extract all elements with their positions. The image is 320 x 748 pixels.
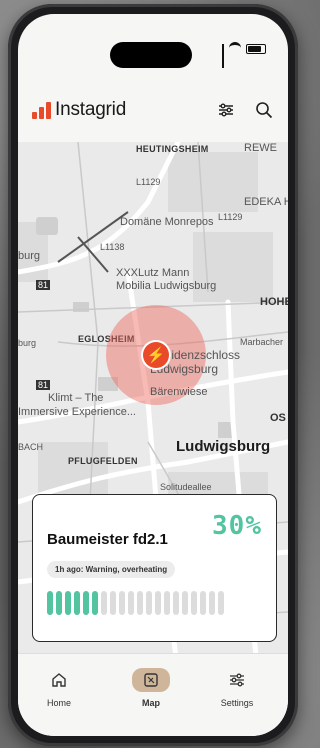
charge-segment: [74, 591, 80, 615]
instagrid-logo-icon: [32, 101, 51, 119]
cellular-signal-icon: [222, 44, 224, 68]
status-bar: [18, 14, 288, 68]
charge-segment: [110, 591, 116, 615]
tab-map-label: Map: [142, 698, 160, 708]
road-shield-81a: 81: [36, 280, 51, 290]
charge-segment: [119, 591, 125, 615]
map-label-immersive: Immersive Experience...: [18, 406, 136, 418]
tab-map[interactable]: Map: [132, 668, 170, 708]
brand-name: Instagrid: [55, 99, 127, 120]
search-icon: [256, 102, 273, 119]
phone-frame: Instagrid HEUTINGSHEIM REWE EDEKA H Domä…: [8, 4, 298, 746]
charge-segment: [47, 591, 53, 615]
map-label-xxxlutz: XXXLutz Mann: [116, 267, 190, 279]
filter-button[interactable]: [216, 100, 236, 120]
map-label-heutingsheim: HEUTINGSHEIM: [136, 144, 209, 154]
charge-segment: [182, 591, 188, 615]
map-label-l1129b: L1129: [218, 212, 243, 222]
charge-segment: [200, 591, 206, 615]
map-view[interactable]: HEUTINGSHEIM REWE EDEKA H Domäne Monrepo…: [18, 142, 288, 672]
tab-home[interactable]: Home: [40, 668, 78, 708]
charge-segment: [128, 591, 134, 615]
map-label-os: OS: [270, 412, 286, 424]
device-card[interactable]: 30% Baumeister fd2.1 1h ago: Warning, ov…: [32, 494, 277, 642]
charge-segment: [101, 591, 107, 615]
settings-sliders-icon: [218, 668, 256, 692]
map-label-bach: BACH: [18, 442, 44, 452]
road-shield-81b: 81: [36, 380, 51, 390]
map-icon: [132, 668, 170, 692]
map-label-solitude: Solitudeallee: [160, 482, 212, 492]
map-label-xxxlutz-2: Mobilia Ludwigsburg: [116, 280, 217, 292]
map-label-edeka: EDEKA H: [244, 196, 288, 208]
charge-segment: [137, 591, 143, 615]
lightning-icon: ⚡: [146, 347, 166, 364]
tab-settings[interactable]: Settings: [218, 668, 256, 708]
search-button[interactable]: [254, 100, 274, 120]
dynamic-island: [110, 42, 192, 68]
charge-level-bar: [47, 591, 224, 615]
wifi-icon: [229, 42, 241, 54]
charge-segment: [155, 591, 161, 615]
map-label-l1138: L1138: [100, 242, 125, 252]
map-label-pflugfelden: PFLUGFELDEN: [68, 456, 138, 466]
status-badge: 1h ago: Warning, overheating: [47, 561, 176, 578]
map-label-rewe: REWE: [244, 142, 277, 154]
app-screen: Instagrid HEUTINGSHEIM REWE EDEKA H Domä…: [18, 14, 288, 736]
charge-segment: [173, 591, 179, 615]
map-label-ludwigsburg: Ludwigsburg: [176, 438, 271, 455]
map-label-klimt: Klimt – The: [48, 392, 104, 404]
map-label-marbacher: Marbacher: [240, 337, 284, 347]
tab-settings-label: Settings: [220, 698, 254, 708]
app-header: Instagrid: [18, 80, 288, 140]
charge-segment: [164, 591, 170, 615]
charge-segment: [56, 591, 62, 615]
map-label-domaene: Domäne Monrepos: [120, 216, 214, 228]
map-label-l1129: L1129: [136, 177, 161, 187]
device-name: Baumeister fd2.1: [47, 531, 168, 548]
map-label-burg-2: burg: [18, 338, 37, 348]
charge-segment: [191, 591, 197, 615]
device-pin[interactable]: ⚡: [143, 342, 169, 368]
charge-segment: [209, 591, 215, 615]
charge-segment: [65, 591, 71, 615]
charge-segment: [92, 591, 98, 615]
battery-icon: [246, 44, 266, 54]
charge-segment: [146, 591, 152, 615]
sliders-icon: [219, 103, 233, 117]
charge-percent: 30%: [212, 511, 262, 541]
map-label-burg-1: burg: [18, 250, 41, 262]
charge-segment: [83, 591, 89, 615]
home-icon: [40, 668, 78, 692]
tab-bar: Home Map Settings: [18, 653, 288, 736]
tab-home-label: Home: [46, 698, 71, 708]
map-label-baerenwiese: Bärenwiese: [150, 386, 208, 398]
charge-segment: [218, 591, 224, 615]
map-label-hohe: HOHE: [260, 296, 288, 308]
